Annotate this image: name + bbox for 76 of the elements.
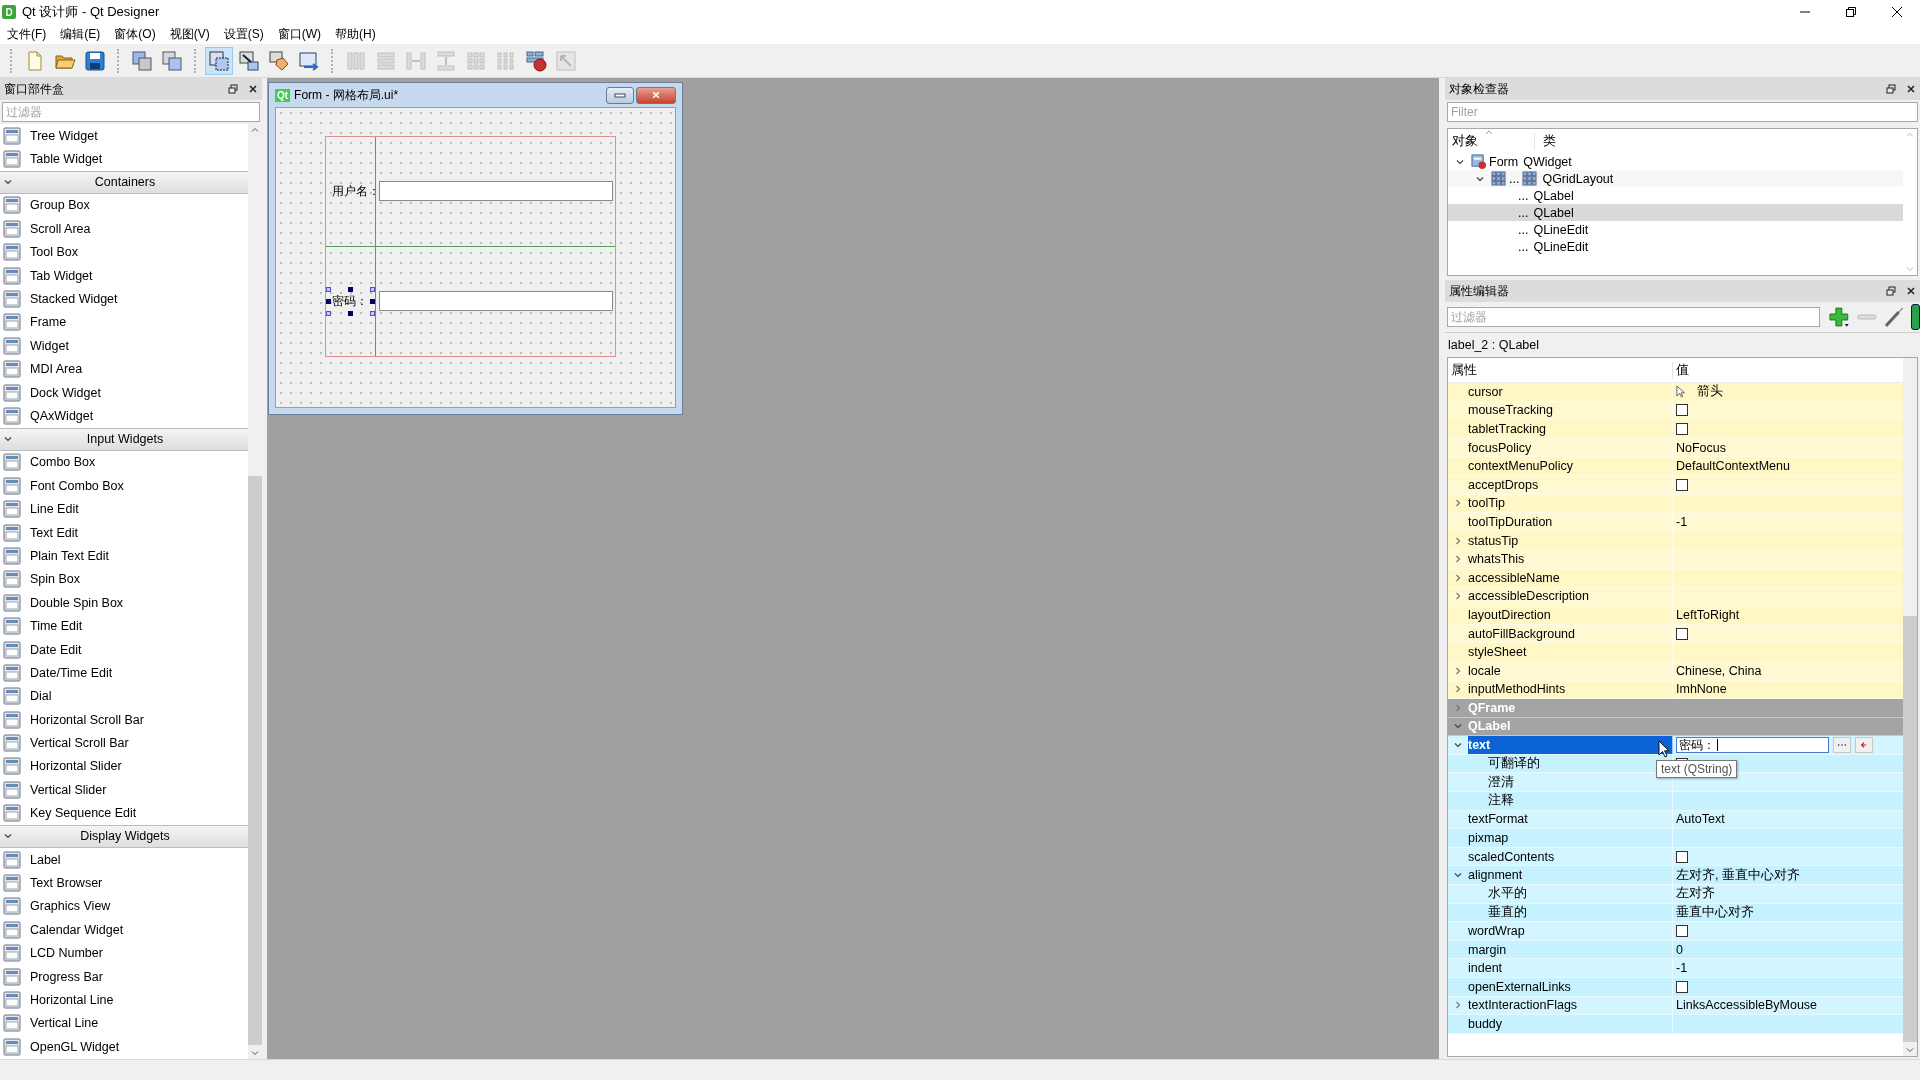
widget-name: Plain Text Edit (30, 548, 109, 563)
widget-name: Double Spin Box (30, 595, 124, 610)
widget-name: Calendar Widget (30, 922, 124, 937)
category-title: Display Widgets (79, 829, 171, 844)
widget-name: Horizontal Slider (30, 759, 122, 774)
window-title: Qt 设计师 - Qt Designer (22, 3, 160, 21)
property-value: LeftToRight (1676, 607, 1740, 622)
property-value: LinksAccessibleByMouse (1676, 998, 1818, 1013)
widget-name: Vertical Slider (30, 782, 107, 797)
widget-name: Graphics View (30, 899, 111, 914)
widget-name: Date/Time Edit (30, 665, 113, 680)
widget-name: Font Combo Box (30, 478, 124, 493)
property-value: 垂直中心对齐 (1676, 903, 1754, 921)
object-name: ... (1518, 188, 1529, 203)
category-title: Containers (93, 175, 157, 190)
widget-name: Progress Bar (30, 969, 103, 984)
dock-title: 属性编辑器 (1449, 282, 1509, 300)
class-name: QLabel (1533, 205, 1574, 220)
property-value: NoFocus (1676, 440, 1727, 455)
widget-name: Scroll Area (30, 221, 91, 236)
widget-name: Table Widget (30, 152, 103, 167)
tooltip: text (QString) (1656, 760, 1738, 779)
widget-name: Horizontal Scroll Bar (30, 712, 144, 727)
widget-name: Widget (30, 338, 69, 353)
widget-name: Stacked Widget (30, 292, 118, 307)
class-name: QLabel (1533, 188, 1574, 203)
widget-name: Frame (30, 315, 67, 330)
object-name: Form (1489, 154, 1519, 169)
widget-name: Tree Widget (30, 128, 98, 143)
object-name: ... (1509, 171, 1520, 186)
property-group-name: QFrame (1468, 700, 1516, 715)
object-name: ... (1518, 222, 1529, 237)
widget-name: Time Edit (30, 619, 83, 634)
widget-name: Horizontal Line (30, 992, 114, 1007)
widget-name: LCD Number (30, 946, 103, 961)
category-title: Input Widgets (85, 432, 165, 447)
class-name: QWidget (1523, 154, 1572, 169)
class-name: QLineEdit (1533, 239, 1589, 254)
property-value: ImhNone (1676, 682, 1727, 697)
widget-name: Vertical Scroll Bar (30, 736, 129, 751)
widget-name: Tool Box (30, 245, 78, 260)
widget-name: Text Edit (30, 525, 78, 540)
property-value: 左对齐, 垂直中心对齐 (1676, 866, 1800, 884)
widget-name: MDI Area (30, 362, 83, 377)
object-name: ... (1518, 205, 1529, 220)
widget-name: Vertical Line (30, 1016, 99, 1031)
widget-name: Tab Widget (30, 268, 93, 283)
widget-name: Date Edit (30, 642, 82, 657)
class-name: QLineEdit (1533, 222, 1589, 237)
property-value: Chinese, China (1676, 663, 1762, 678)
widget-name: Line Edit (30, 502, 79, 517)
widget-name: Text Browser (30, 876, 103, 890)
property-value: -1 (1676, 961, 1688, 976)
form-icon: Qt (275, 88, 291, 102)
property-value: 箭头 (1697, 383, 1723, 401)
object-name: ... (1518, 239, 1529, 254)
property-value: 左对齐 (1676, 885, 1715, 903)
class-name: QGridLayout (1542, 171, 1614, 186)
property-value: 0 (1676, 942, 1683, 957)
property-value: AutoText (1676, 812, 1725, 827)
widget-name: QAxWidget (30, 409, 94, 423)
widget-name: Group Box (30, 198, 90, 213)
dock-title: 对象检查器 (1449, 80, 1509, 98)
widget-name: Spin Box (30, 572, 81, 587)
property-value: DefaultContextMenu (1676, 459, 1790, 474)
widget-name: Label (30, 852, 61, 867)
app-icon: D (2, 5, 16, 19)
form-window-title: Form - 网格布局.ui* (294, 86, 399, 104)
widget-name: Combo Box (30, 455, 96, 470)
widget-name: Key Sequence Edit (30, 806, 137, 821)
widget-name: Dial (30, 689, 52, 704)
property-value: -1 (1676, 514, 1688, 529)
widget-name: Dock Widget (30, 385, 101, 400)
widget-name: OpenGL Widget (30, 1039, 120, 1054)
dock-title: 窗口部件盒 (4, 80, 64, 98)
property-group-name: QLabel (1468, 719, 1511, 734)
